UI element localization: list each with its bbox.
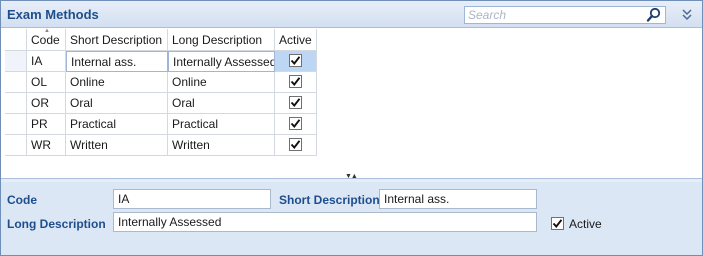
cell-long-description[interactable]: Oral: [168, 93, 275, 114]
active-label: Active: [569, 217, 602, 231]
table-row[interactable]: OL Online Online: [5, 72, 699, 93]
code-field[interactable]: IA: [113, 189, 271, 209]
row-selector[interactable]: [5, 135, 27, 156]
column-header-label: Short Description: [70, 33, 163, 47]
search-box[interactable]: [464, 6, 666, 24]
code-label: Code: [7, 193, 37, 207]
cell-long-description[interactable]: Practical: [168, 114, 275, 135]
cell-long-description[interactable]: Internally Assessed: [168, 51, 275, 72]
cell-short-description[interactable]: Practical: [66, 114, 168, 135]
column-header-long-description[interactable]: Long Description: [168, 29, 275, 51]
detail-panel: Code IA Short Description Internal ass. …: [1, 182, 702, 255]
checkbox-active[interactable]: [289, 54, 302, 67]
cell-code[interactable]: IA: [27, 51, 66, 72]
table-row[interactable]: OR Oral Oral: [5, 93, 699, 114]
cell-short-description[interactable]: Written: [66, 135, 168, 156]
checkbox-active[interactable]: [289, 138, 302, 151]
cell-code[interactable]: OL: [27, 72, 66, 93]
table-row[interactable]: PR Practical Practical: [5, 114, 699, 135]
column-header-short-description[interactable]: Short Description: [66, 29, 168, 51]
exam-methods-window: Exam Methods ▲ Code Short Descripti: [0, 0, 703, 256]
column-header-label: Active: [279, 33, 312, 47]
short-description-label: Short Description: [279, 193, 380, 207]
search-icon[interactable]: [645, 7, 663, 23]
row-selector[interactable]: [5, 51, 27, 72]
cell-active[interactable]: [275, 72, 317, 93]
cell-active[interactable]: [275, 135, 317, 156]
row-selector[interactable]: [5, 72, 27, 93]
cell-code[interactable]: PR: [27, 114, 66, 135]
sort-ascending-icon: ▲: [44, 28, 50, 34]
checkbox-active[interactable]: [289, 96, 302, 109]
column-header-active[interactable]: Active: [275, 29, 317, 51]
window-title: Exam Methods: [7, 7, 99, 22]
cell-long-description[interactable]: Written: [168, 135, 275, 156]
long-description-label: Long Description: [7, 217, 106, 231]
table-row[interactable]: IA Internal ass. Internally Assessed: [5, 51, 699, 72]
cell-active[interactable]: [275, 51, 317, 72]
cell-long-description[interactable]: Online: [168, 72, 275, 93]
row-selector[interactable]: [5, 114, 27, 135]
column-header-label: Code: [31, 33, 60, 47]
active-checkbox[interactable]: [551, 217, 564, 230]
column-header-label: Long Description: [172, 33, 263, 47]
title-bar: Exam Methods: [1, 1, 702, 28]
row-selector[interactable]: [5, 93, 27, 114]
cell-code[interactable]: WR: [27, 135, 66, 156]
double-chevron-down-icon[interactable]: [680, 8, 694, 22]
cell-active[interactable]: [275, 93, 317, 114]
cell-short-description[interactable]: Internal ass.: [66, 51, 168, 72]
exam-methods-grid: ▲ Code Short Description Long Descriptio…: [5, 28, 699, 156]
table-row[interactable]: WR Written Written: [5, 135, 699, 156]
cell-code[interactable]: OR: [27, 93, 66, 114]
cell-short-description[interactable]: Online: [66, 72, 168, 93]
cell-short-description[interactable]: Oral: [66, 93, 168, 114]
checkbox-active[interactable]: [289, 117, 302, 130]
row-header-corner: [5, 29, 27, 51]
short-description-field[interactable]: Internal ass.: [379, 189, 537, 209]
cell-active[interactable]: [275, 114, 317, 135]
checkbox-active[interactable]: [289, 75, 302, 88]
long-description-field[interactable]: Internally Assessed: [113, 212, 537, 232]
search-input[interactable]: [468, 8, 638, 22]
column-header-code[interactable]: ▲ Code: [27, 28, 66, 51]
